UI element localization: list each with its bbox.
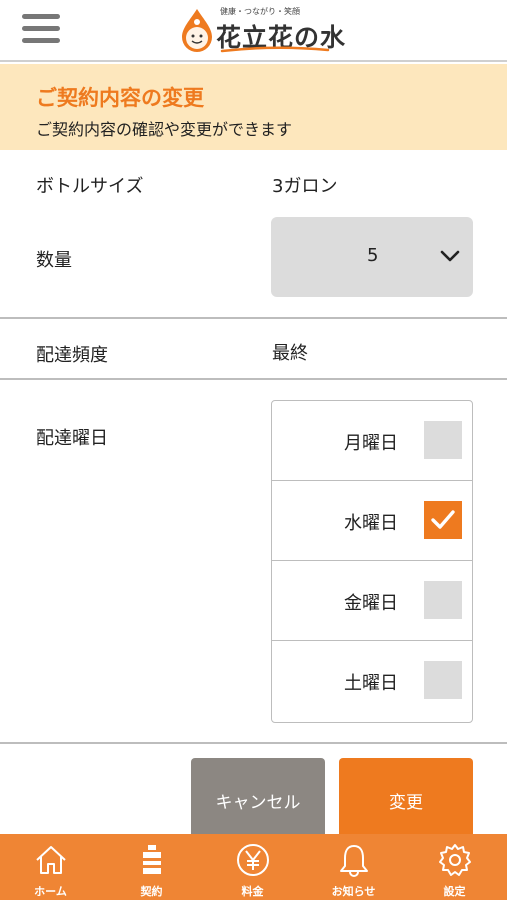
- nav-label: お知らせ: [331, 885, 376, 898]
- weekday-option-friday[interactable]: 金曜日: [272, 561, 472, 641]
- weekday-label: 月曜日: [344, 433, 398, 454]
- water-bottle-icon: [143, 845, 161, 874]
- change-button[interactable]: 変更: [339, 758, 473, 836]
- app-header: 健康・つながり・笑顔 花立花の水: [0, 0, 507, 62]
- gear-icon: [439, 844, 471, 876]
- quantity-value: 5: [367, 245, 379, 266]
- saturday-checkbox[interactable]: [424, 661, 462, 699]
- bottle-size-value: 3ガロン: [272, 176, 338, 197]
- nav-item-contract[interactable]: 契約: [101, 834, 202, 900]
- bottle-size-label: ボトルサイズ: [36, 176, 144, 197]
- divider: [0, 378, 507, 380]
- weekday-option-monday[interactable]: 月曜日: [272, 401, 472, 481]
- delivery-day-label: 配達曜日: [36, 428, 108, 449]
- delivery-frequency-label: 配達頻度: [36, 345, 108, 366]
- weekday-label: 水曜日: [344, 513, 398, 534]
- nav-label: ホーム: [34, 885, 67, 898]
- logo-swoosh: [220, 46, 330, 53]
- checkmark-icon: [431, 510, 455, 529]
- delivery-frequency-value: 最終: [272, 343, 308, 364]
- monday-checkbox[interactable]: [424, 421, 462, 459]
- cancel-button[interactable]: キャンセル: [191, 758, 325, 836]
- nav-label: 設定: [443, 885, 466, 898]
- weekday-label: 土曜日: [344, 673, 398, 694]
- water-drop-mascot-icon: [182, 9, 212, 52]
- cancel-button-label: キャンセル: [215, 793, 301, 813]
- delivery-day-checklist: 月曜日 水曜日 金曜日 土曜日: [271, 400, 473, 723]
- divider: [0, 317, 507, 319]
- nav-item-settings[interactable]: 設定: [404, 834, 505, 900]
- friday-checkbox[interactable]: [424, 581, 462, 619]
- page-banner: ご契約内容の変更 ご契約内容の確認や変更ができます: [0, 64, 507, 150]
- nav-label: 契約: [140, 885, 163, 898]
- weekday-label: 金曜日: [344, 593, 398, 614]
- logo-tagline: 健康・つながり・笑顔: [220, 7, 300, 16]
- divider: [0, 742, 507, 744]
- bell-icon: [340, 845, 368, 877]
- yen-icon: [237, 844, 269, 876]
- quantity-select[interactable]: 5: [271, 217, 473, 297]
- wednesday-checkbox[interactable]: [424, 501, 462, 539]
- home-icon: [36, 846, 66, 874]
- page-subtitle: ご契約内容の確認や変更ができます: [36, 120, 293, 139]
- quantity-label: 数量: [36, 250, 72, 271]
- nav-label: 料金: [241, 885, 264, 898]
- weekday-option-saturday[interactable]: 土曜日: [272, 641, 472, 721]
- page-title: ご契約内容の変更: [36, 86, 204, 110]
- chevron-down-icon: [440, 250, 460, 262]
- nav-item-notices[interactable]: お知らせ: [303, 834, 404, 900]
- nav-item-home[interactable]: ホーム: [0, 834, 101, 900]
- brand-logo[interactable]: 健康・つながり・笑顔 花立花の水: [180, 6, 345, 56]
- change-button-label: 変更: [389, 793, 423, 813]
- nav-item-fees[interactable]: 料金: [202, 834, 303, 900]
- weekday-option-wednesday[interactable]: 水曜日: [272, 481, 472, 561]
- hamburger-menu-icon[interactable]: [22, 14, 60, 46]
- bottom-nav: ホーム 契約 料金 お知らせ 設定: [0, 834, 507, 900]
